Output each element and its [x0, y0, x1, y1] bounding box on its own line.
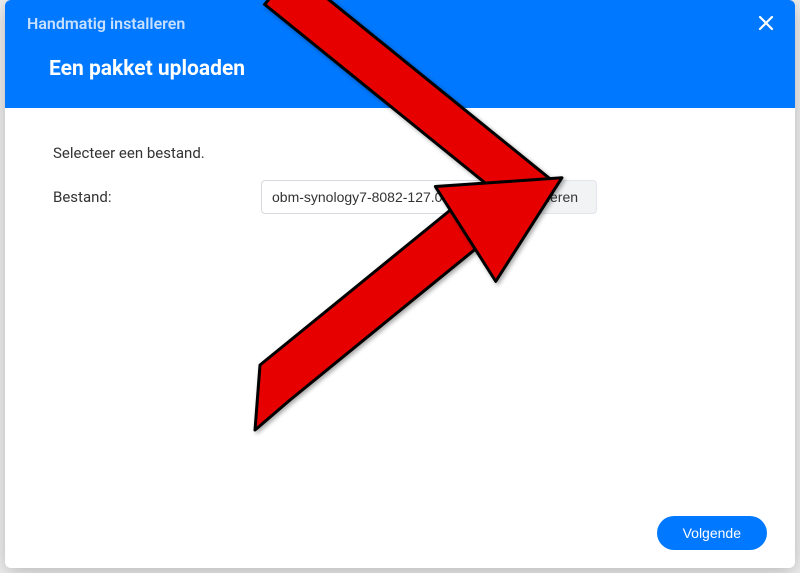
instruction-text: Selecteer een bestand.	[53, 144, 747, 162]
browse-button[interactable]: Bladeren	[503, 180, 597, 214]
close-icon	[758, 15, 774, 35]
file-path-input[interactable]	[261, 180, 493, 214]
modal-footer: Volgende	[5, 498, 795, 568]
file-row: Bestand: Bladeren	[53, 180, 747, 214]
file-label: Bestand:	[53, 188, 261, 206]
close-button[interactable]	[751, 10, 781, 40]
next-button[interactable]: Volgende	[657, 516, 767, 550]
modal-body: Selecteer een bestand. Bestand: Bladeren	[5, 108, 795, 498]
modal-subtitle: Een pakket uploaden	[49, 57, 773, 81]
modal-header: Handmatig installeren Een pakket uploade…	[5, 0, 795, 108]
manual-install-modal: Handmatig installeren Een pakket uploade…	[5, 0, 795, 568]
modal-title: Handmatig installeren	[27, 14, 773, 33]
